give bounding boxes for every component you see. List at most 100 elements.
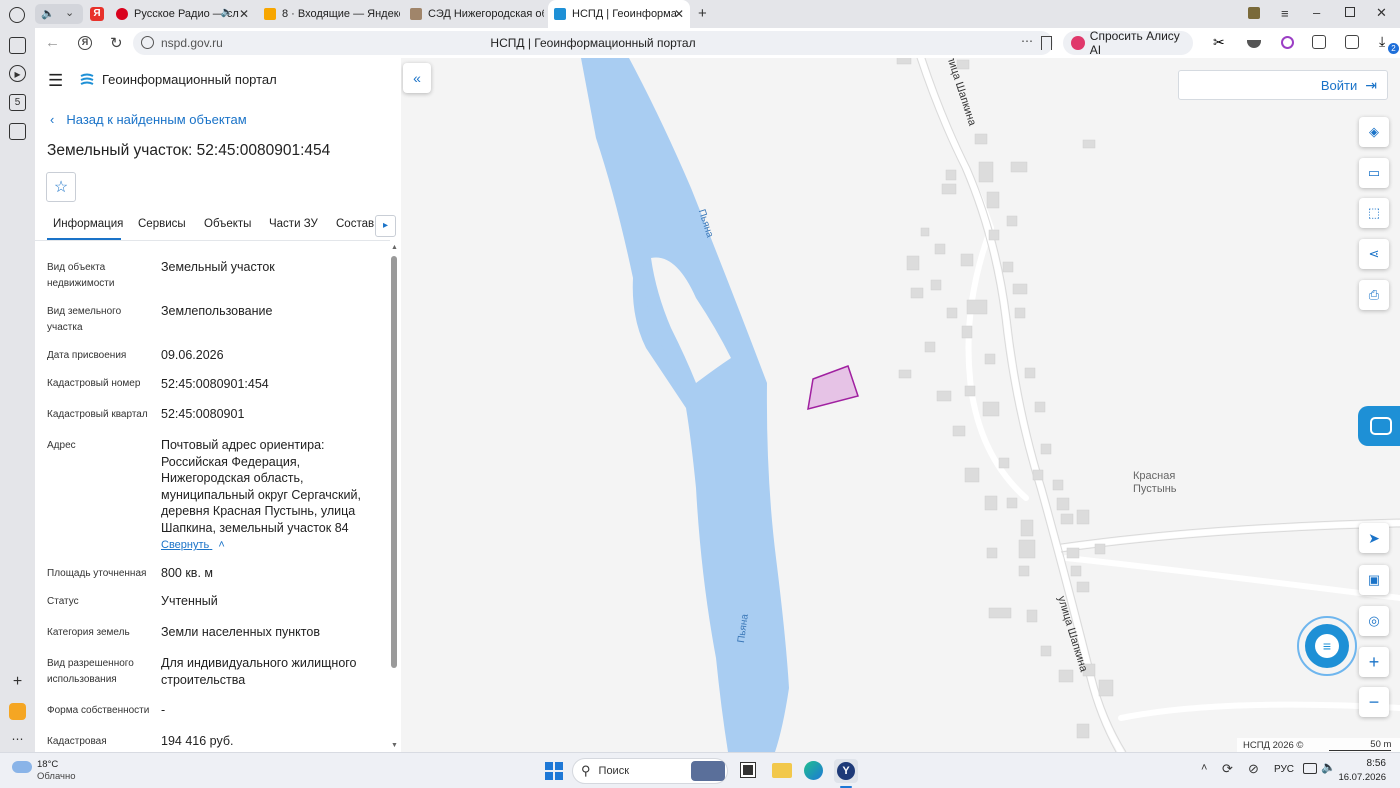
extension-icon[interactable] bbox=[1312, 35, 1326, 49]
measure-button[interactable]: ▭ bbox=[1359, 158, 1389, 188]
collapse-panel-button[interactable]: « bbox=[403, 63, 431, 93]
geolocation-button[interactable]: ◎ bbox=[1359, 606, 1389, 636]
layers-icon: ◈ bbox=[1369, 124, 1379, 139]
back-icon[interactable]: ← bbox=[45, 34, 60, 51]
yandex-browser-icon[interactable]: Y bbox=[834, 759, 858, 783]
tab-information[interactable]: Информация bbox=[53, 218, 123, 230]
yandex-icon[interactable]: Я bbox=[78, 36, 92, 50]
field-value: - bbox=[161, 703, 166, 717]
zoom-in-button[interactable]: + bbox=[1359, 647, 1389, 677]
close-icon[interactable]: ✕ bbox=[674, 7, 684, 21]
tab-sed[interactable]: СЭД Нижегородская обл bbox=[404, 0, 544, 28]
scroll-up-icon[interactable]: ▲ bbox=[391, 244, 398, 251]
url-field[interactable]: nspd.gov.ru НСПД | Геоинформационный пор… bbox=[133, 31, 1053, 55]
weather-label: Облачно bbox=[37, 771, 76, 782]
speaker-icon[interactable]: 🔈 bbox=[41, 7, 55, 20]
field-value: Земельный участок bbox=[161, 260, 275, 274]
tab-russkoe-radio[interactable]: Русское Радио — сл 🔈 ✕ bbox=[110, 0, 255, 28]
file-explorer-icon[interactable] bbox=[772, 763, 792, 778]
taskbar-search[interactable]: ⚲ Поиск bbox=[572, 758, 728, 784]
more-icon[interactable]: ⋯ bbox=[1021, 34, 1033, 48]
field-value: 52:45:0080901:454 bbox=[161, 377, 269, 391]
speaker-icon[interactable]: 🔈 bbox=[221, 7, 233, 18]
network-off-icon[interactable]: ⊘ bbox=[1248, 761, 1259, 777]
minimap-button[interactable]: ▣ bbox=[1359, 565, 1389, 595]
tab-composition[interactable]: Состав bbox=[336, 218, 374, 230]
download-icon[interactable]: ⤓ bbox=[1379, 33, 1385, 50]
new-tab-button[interactable]: + bbox=[698, 5, 707, 22]
field-label: Вид объекта недвижимости bbox=[47, 262, 115, 289]
alice-button[interactable]: Спросить Алису AI bbox=[1063, 29, 1193, 57]
chat-button[interactable]: ≡ bbox=[1305, 624, 1349, 668]
location-icon: ◎ bbox=[1368, 613, 1380, 628]
locate-button[interactable]: ➤ bbox=[1359, 523, 1389, 553]
maximize-icon[interactable] bbox=[1345, 7, 1355, 17]
minimize-icon[interactable]: – bbox=[1313, 5, 1320, 20]
sync-icon[interactable]: ⟳ bbox=[1222, 761, 1233, 777]
map-canvas[interactable] bbox=[401, 58, 1400, 752]
history-icon[interactable] bbox=[9, 7, 25, 23]
menu-icon[interactable]: ≡ bbox=[1281, 6, 1289, 21]
favorite-button[interactable]: ☆ bbox=[46, 172, 76, 202]
tab-parts[interactable]: Части ЗУ bbox=[269, 218, 318, 230]
chevron-down-icon[interactable]: ⌄ bbox=[65, 6, 74, 19]
field-value: Земли населенных пунктов bbox=[161, 625, 320, 639]
reload-icon[interactable]: ↻ bbox=[110, 34, 123, 52]
login-button[interactable]: Войти ⇥ bbox=[1178, 70, 1388, 100]
sidebar-badge[interactable]: 5 bbox=[9, 94, 26, 111]
feedback-button[interactable] bbox=[1358, 406, 1400, 446]
share-button[interactable]: ⋖ bbox=[1359, 239, 1389, 269]
map-area[interactable]: Пьяна Пьяна улица Шапкина улица Шапкина … bbox=[401, 58, 1400, 752]
mail-icon[interactable] bbox=[9, 703, 26, 720]
extension-icon[interactable] bbox=[1345, 35, 1359, 49]
display-icon[interactable] bbox=[1303, 763, 1317, 774]
screenshot-icon[interactable] bbox=[9, 123, 26, 140]
building-icon bbox=[410, 8, 422, 20]
volume-icon[interactable]: 🔈 bbox=[1321, 760, 1336, 774]
print-button[interactable]: ⎙ bbox=[1359, 280, 1389, 310]
tab-objects[interactable]: Объекты bbox=[204, 218, 251, 230]
search-highlight-icon bbox=[691, 761, 725, 781]
more-icon[interactable]: ⋯ bbox=[9, 730, 26, 747]
tab-yandex-mail[interactable]: 8 · Входящие — Яндекс П bbox=[258, 0, 400, 28]
task-view-icon[interactable] bbox=[740, 762, 756, 778]
tab-nspd[interactable]: НСПД | Геоинформаци ✕ bbox=[548, 0, 690, 28]
extension-icon[interactable]: ✂ bbox=[1213, 34, 1225, 51]
video-icon[interactable]: ▸ bbox=[9, 65, 26, 82]
chevron-up-icon[interactable]: ˄ bbox=[1201, 762, 1207, 774]
scrollbar-thumb[interactable] bbox=[391, 256, 397, 668]
zoom-out-button[interactable]: − bbox=[1359, 687, 1389, 717]
bookmark-icon[interactable] bbox=[1041, 36, 1052, 50]
scroll-down-icon[interactable]: ▼ bbox=[391, 742, 398, 749]
yandex-browser-logo: Y bbox=[837, 762, 855, 780]
clock-date[interactable]: 16.07.2026 bbox=[1336, 772, 1386, 783]
address-bar: ← Я ↻ nspd.gov.ru НСПД | Геоинформационн… bbox=[35, 28, 1400, 58]
cap-icon[interactable] bbox=[1248, 7, 1260, 19]
layers-button[interactable]: ◈ bbox=[1359, 117, 1389, 147]
field-value: 194 416 руб. bbox=[161, 734, 234, 748]
extension-icon[interactable] bbox=[1281, 36, 1294, 49]
yandex-tab-icon[interactable]: Я bbox=[90, 7, 104, 21]
audio-tab-group[interactable]: 🔈 ⌄ bbox=[35, 4, 83, 24]
collapse-label: Свернуть bbox=[161, 539, 210, 551]
extension-icon[interactable] bbox=[1247, 40, 1261, 48]
field-label: Категория земель bbox=[47, 627, 130, 638]
windows-start-icon[interactable] bbox=[545, 762, 563, 780]
tab-services[interactable]: Сервисы bbox=[138, 218, 186, 230]
language-indicator[interactable]: РУС bbox=[1274, 764, 1294, 775]
panel-scrollbar[interactable]: ▲ ▼ bbox=[390, 242, 398, 752]
close-window-icon[interactable]: ✕ bbox=[1376, 5, 1387, 21]
field-label: Кадастровая bbox=[47, 736, 107, 747]
back-link[interactable]: ‹ Назад к найденным объектам bbox=[50, 112, 247, 127]
login-label: Войти bbox=[1320, 77, 1358, 93]
collapse-link[interactable]: Свернуть ˄ bbox=[161, 539, 225, 551]
close-icon[interactable]: ✕ bbox=[239, 7, 249, 21]
clock-time[interactable]: 8:56 bbox=[1336, 758, 1386, 769]
bookmarks-icon[interactable] bbox=[9, 37, 26, 54]
add-icon[interactable]: + bbox=[9, 673, 26, 690]
edge-icon[interactable] bbox=[804, 761, 823, 780]
cloud-icon[interactable] bbox=[12, 761, 32, 773]
select-area-button[interactable]: ⬚ bbox=[1359, 198, 1389, 228]
hamburger-icon[interactable]: ☰ bbox=[48, 71, 63, 91]
tabs-scroll-right-button[interactable]: ▸ bbox=[375, 215, 396, 237]
